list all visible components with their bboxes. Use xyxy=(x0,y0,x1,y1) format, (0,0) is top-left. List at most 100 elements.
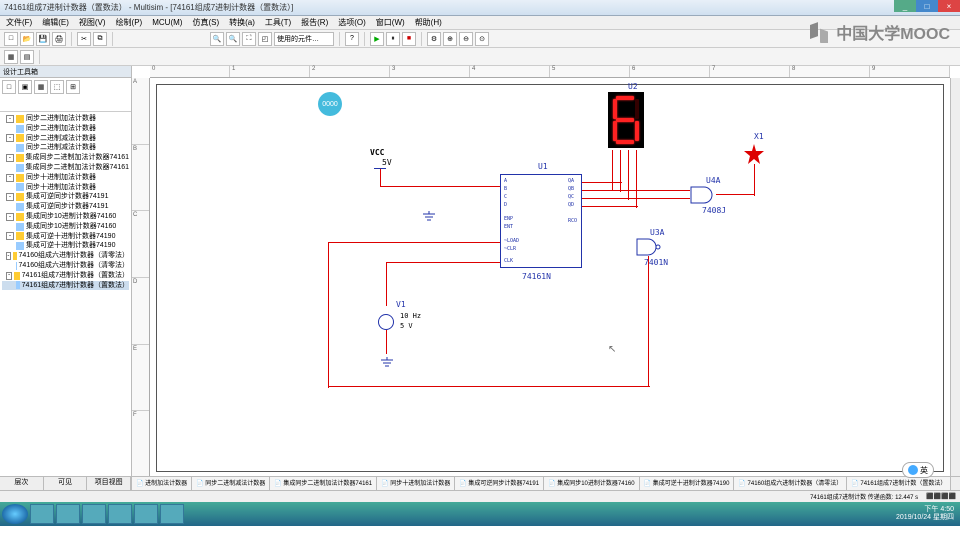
pin-label: D xyxy=(504,202,507,208)
tree-leaf[interactable]: 集成可逆同步计数器74191 xyxy=(2,202,129,212)
menu-options[interactable]: 选项(O) xyxy=(338,17,366,28)
tool-icon[interactable]: ⬚ xyxy=(50,80,64,94)
schematic-sheet[interactable]: VCC 5V U1 74161N A B C D ENP ENT ~LOAD ~… xyxy=(150,78,950,478)
tree-leaf[interactable]: 同步二进制减法计数器 xyxy=(2,143,129,153)
menu-transfer[interactable]: 转换(a) xyxy=(229,17,255,28)
sheet-tab[interactable]: 📄 集成同步二进制加法计数器74161 xyxy=(270,477,377,490)
tool-icon[interactable]: ⚙ xyxy=(427,32,441,46)
pin-label: CLK xyxy=(504,258,513,264)
sheet-tab[interactable]: 📄 同步十进制加法计数器 xyxy=(377,477,455,490)
design-tree[interactable]: -同步二进制加法计数器同步二进制加法计数器-同步二进制减法计数器同步二进制减法计… xyxy=(0,112,131,476)
tool-icon[interactable]: □ xyxy=(2,80,16,94)
tree-leaf[interactable]: 74160组成六进制计数器（清零法） xyxy=(2,261,129,271)
minimize-button[interactable]: _ xyxy=(894,0,916,12)
tree-leaf[interactable]: 同步二进制加法计数器 xyxy=(2,124,129,134)
and-gate[interactable] xyxy=(690,186,716,204)
schematic-canvas[interactable]: 0123456789 ABCDEF VCC 5V U1 74161N A B C… xyxy=(132,66,960,490)
seven-segment-display[interactable] xyxy=(608,92,644,148)
overlay-bubble[interactable]: 0000 xyxy=(318,92,342,116)
tool-icon[interactable]: ▦ xyxy=(4,50,18,64)
sheet-tab[interactable]: 📄 集成可逆同步计数器74191 xyxy=(455,477,544,490)
sheet-tab[interactable]: 📄 集成可逆十进制计数器74190 xyxy=(640,477,735,490)
panel-title: 设计工具箱 xyxy=(0,66,131,78)
tool-icon[interactable]: ▦ xyxy=(34,80,48,94)
menu-help[interactable]: 帮助(H) xyxy=(415,17,442,28)
title-bar: 74161组成7进制计数器（置数法） - Multisim - [74161组成… xyxy=(0,0,960,16)
menu-edit[interactable]: 编辑(E) xyxy=(42,17,69,28)
tool-icon[interactable]: ⊙ xyxy=(475,32,489,46)
copy-icon[interactable]: ⧉ xyxy=(93,32,107,46)
tree-node[interactable]: -同步十进制加法计数器 xyxy=(2,173,129,183)
cut-icon[interactable]: ✂ xyxy=(77,32,91,46)
sheet-tab[interactable]: 📄 74161组成7进制计数（置数法） xyxy=(847,477,951,490)
zoom-in-icon[interactable]: 🔍 xyxy=(210,32,224,46)
run-icon[interactable]: ▶ xyxy=(370,32,384,46)
menu-file[interactable]: 文件(F) xyxy=(6,17,32,28)
cursor-icon: ↖ xyxy=(608,344,616,355)
sheet-tab[interactable]: 📄 进制加法计数器 xyxy=(132,477,192,490)
sheet-tab[interactable]: 📄 集成同步10进制计数器74160 xyxy=(544,477,640,490)
menu-simulate[interactable]: 仿真(S) xyxy=(192,17,219,28)
tree-leaf[interactable]: 集成同步10进制计数器74160 xyxy=(2,222,129,232)
indicator-led[interactable] xyxy=(744,144,764,164)
tree-node[interactable]: -集成可逆同步计数器74191 xyxy=(2,192,129,202)
tree-leaf[interactable]: 74161组成7进制计数器（置数法） xyxy=(2,281,129,291)
maximize-button[interactable]: □ xyxy=(916,0,938,12)
close-button[interactable]: × xyxy=(938,0,960,12)
help-icon[interactable]: ? xyxy=(345,32,359,46)
nand-gate[interactable] xyxy=(636,238,662,256)
tree-node[interactable]: -集成同步二进制加法计数器74161 xyxy=(2,153,129,163)
tab-hierarchy[interactable]: 层次 xyxy=(0,477,44,490)
ime-button[interactable]: 英 xyxy=(902,462,934,478)
taskbar-app-icon[interactable] xyxy=(134,504,158,524)
pause-icon[interactable]: ⏸ xyxy=(386,32,400,46)
tree-node[interactable]: -74161组成7进制计数器（置数法） xyxy=(2,271,129,281)
tool-icon[interactable]: ▣ xyxy=(18,80,32,94)
tree-node[interactable]: -同步二进制加法计数器 xyxy=(2,114,129,124)
taskbar-app-icon[interactable] xyxy=(30,504,54,524)
print-icon[interactable]: 🖨 xyxy=(52,32,66,46)
tree-node[interactable]: -同步二进制减法计数器 xyxy=(2,134,129,144)
scrollbar-vertical[interactable] xyxy=(950,78,960,478)
tab-visibility[interactable]: 可见 xyxy=(44,477,88,490)
tree-node[interactable]: -74160组成六进制计数器（清零法） xyxy=(2,251,129,261)
taskbar-app-icon[interactable] xyxy=(108,504,132,524)
panel-tabs: 层次 可见 项目视图 xyxy=(0,476,131,490)
menu-tools[interactable]: 工具(T) xyxy=(265,17,291,28)
taskbar-app-icon[interactable] xyxy=(56,504,80,524)
sheet-tab[interactable]: 📄 74160组成六进制计数器（清零法） xyxy=(734,477,847,490)
tool-icon[interactable]: ⊞ xyxy=(66,80,80,94)
pin-label: ~LOAD xyxy=(504,238,519,244)
menu-window[interactable]: 窗口(W) xyxy=(376,17,405,28)
clock-source[interactable] xyxy=(378,314,394,330)
tree-leaf[interactable]: 同步十进制加法计数器 xyxy=(2,183,129,193)
taskbar-app-icon[interactable] xyxy=(160,504,184,524)
zoom-out-icon[interactable]: 🔍 xyxy=(226,32,240,46)
menu-mcu[interactable]: MCU(M) xyxy=(152,18,182,27)
stop-icon[interactable]: ■ xyxy=(402,32,416,46)
tree-leaf[interactable]: 集成可逆十进制计数器74190 xyxy=(2,241,129,251)
component-combo[interactable] xyxy=(274,32,334,46)
tree-leaf[interactable]: 集成同步二进制加法计数器74161 xyxy=(2,163,129,173)
taskbar-app-icon[interactable] xyxy=(82,504,106,524)
tree-node[interactable]: -集成可逆十进制计数器74190 xyxy=(2,232,129,242)
menu-view[interactable]: 视图(V) xyxy=(79,17,106,28)
menu-reports[interactable]: 报告(R) xyxy=(301,17,328,28)
watermark: 中国大学MOOC xyxy=(810,20,950,44)
tool-icon[interactable]: ⊖ xyxy=(459,32,473,46)
start-button[interactable] xyxy=(2,504,28,524)
zoom-fit-icon[interactable]: ⛶ xyxy=(242,32,256,46)
tool-icon[interactable]: ▤ xyxy=(20,50,34,64)
pin-label: QC xyxy=(568,194,574,200)
menu-place[interactable]: 绘制(P) xyxy=(116,17,143,28)
pin-label: A xyxy=(504,178,507,184)
sheet-tab[interactable]: 📄 同步二进制减法计数器 xyxy=(192,477,270,490)
zoom-area-icon[interactable]: ◰ xyxy=(258,32,272,46)
tool-icon[interactable]: ⊕ xyxy=(443,32,457,46)
new-icon[interactable]: □ xyxy=(4,32,18,46)
tab-project[interactable]: 项目视图 xyxy=(87,477,131,490)
tree-node[interactable]: -集成同步10进制计数器74160 xyxy=(2,212,129,222)
open-icon[interactable]: 📂 xyxy=(20,32,34,46)
system-tray[interactable]: 下午 4:50 2019/10/24 星期四 xyxy=(896,506,958,521)
save-icon[interactable]: 💾 xyxy=(36,32,50,46)
